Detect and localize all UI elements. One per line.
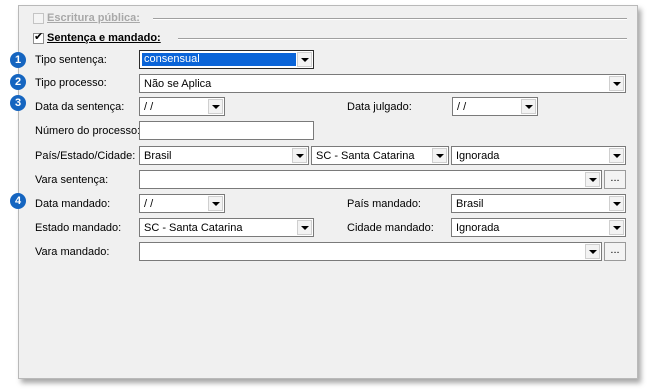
tipo-sentenca-value: consensual xyxy=(142,53,296,66)
vara-sentenca-label: Vara sentença: xyxy=(35,174,109,186)
vara-sentenca-dropdown-button[interactable] xyxy=(585,172,600,187)
escritura-label: Escritura pública: xyxy=(47,12,140,24)
chevron-down-icon xyxy=(613,202,621,206)
pais-mandado-select[interactable]: Brasil xyxy=(451,194,626,213)
numero-processo-label: Número do processo: xyxy=(35,125,141,137)
pais-select[interactable]: Brasil xyxy=(139,146,309,165)
estado-mandado-label: Estado mandado: xyxy=(35,222,122,234)
chevron-down-icon xyxy=(589,178,597,182)
estado-mandado-select[interactable]: SC - Santa Catarina xyxy=(139,218,314,237)
tipo-processo-dropdown-button[interactable] xyxy=(609,76,624,91)
data-mandado-dropdown-button[interactable] xyxy=(208,196,223,211)
chevron-down-icon xyxy=(436,154,444,158)
tipo-sentenca-dropdown-button[interactable] xyxy=(297,52,312,67)
cidade-value: Ignorada xyxy=(456,150,500,162)
vara-mandado-dropdown-button[interactable] xyxy=(585,244,600,259)
chevron-down-icon xyxy=(589,250,597,254)
escritura-checkbox[interactable] xyxy=(33,13,44,24)
data-julgado-dropdown-button[interactable] xyxy=(521,99,536,114)
chevron-down-icon xyxy=(212,105,220,109)
tipo-processo-value: Não se Aplica xyxy=(144,78,212,90)
data-julgado-value: / / xyxy=(457,101,467,113)
chevron-down-icon xyxy=(525,105,533,109)
estado-select[interactable]: SC - Santa Catarina xyxy=(311,146,449,165)
data-mandado-label: Data mandado: xyxy=(35,198,111,210)
chevron-down-icon xyxy=(301,226,309,230)
chevron-down-icon xyxy=(212,202,220,206)
cidade-mandado-value: Ignorada xyxy=(456,222,500,234)
tipo-processo-select[interactable]: Não se Aplica xyxy=(139,74,626,93)
sentenca-divider xyxy=(178,38,627,40)
chevron-down-icon xyxy=(613,154,621,158)
tipo-processo-label: Tipo processo: xyxy=(35,77,107,89)
vara-sentenca-browse-button[interactable]: ... xyxy=(604,170,626,189)
chevron-down-icon xyxy=(613,226,621,230)
escritura-divider xyxy=(153,18,627,20)
step-badge-4: 4 xyxy=(10,193,26,209)
pais-mandado-dropdown-button[interactable] xyxy=(609,196,624,211)
data-julgado-picker[interactable]: / / xyxy=(452,97,538,116)
tipo-sentenca-label: Tipo sentença: xyxy=(35,54,107,66)
pais-value: Brasil xyxy=(144,150,172,162)
cidade-mandado-label: Cidade mandado: xyxy=(347,222,434,234)
estado-dropdown-button[interactable] xyxy=(432,148,447,163)
vara-mandado-browse-button[interactable]: ... xyxy=(604,242,626,261)
step-badge-2: 2 xyxy=(10,74,26,90)
chevron-down-icon xyxy=(613,82,621,86)
numero-processo-input[interactable] xyxy=(139,121,314,140)
check-mark-icon: ✔ xyxy=(34,31,44,43)
tipo-sentenca-select[interactable]: consensual xyxy=(139,50,314,69)
data-sentenca-label: Data da sentença: xyxy=(35,101,125,113)
vara-mandado-select[interactable] xyxy=(139,242,602,261)
estado-mandado-dropdown-button[interactable] xyxy=(297,220,312,235)
pais-mandado-value: Brasil xyxy=(456,198,484,210)
cidade-dropdown-button[interactable] xyxy=(609,148,624,163)
cidade-mandado-dropdown-button[interactable] xyxy=(609,220,624,235)
data-mandado-picker[interactable]: / / xyxy=(139,194,225,213)
data-mandado-value: / / xyxy=(144,198,154,210)
estado-mandado-value: SC - Santa Catarina xyxy=(144,222,243,234)
cidade-mandado-select[interactable]: Ignorada xyxy=(451,218,626,237)
step-badge-3: 3 xyxy=(10,95,26,111)
pais-dropdown-button[interactable] xyxy=(292,148,307,163)
sentenca-checkbox[interactable]: ✔ xyxy=(33,31,44,44)
pais-estado-cidade-label: País/Estado/Cidade: xyxy=(35,150,136,162)
data-sentenca-picker[interactable]: / / xyxy=(139,97,225,116)
chevron-down-icon xyxy=(296,154,304,158)
sentenca-group-label: Sentença e mandado: xyxy=(47,32,161,44)
estado-value: SC - Santa Catarina xyxy=(316,150,415,162)
data-sentenca-value: / / xyxy=(144,101,154,113)
pais-mandado-label: País mandado: xyxy=(347,198,421,210)
cidade-select[interactable]: Ignorada xyxy=(451,146,626,165)
form-panel xyxy=(18,5,638,379)
chevron-down-icon xyxy=(301,58,309,62)
data-julgado-label: Data julgado: xyxy=(347,101,412,113)
data-sentenca-dropdown-button[interactable] xyxy=(208,99,223,114)
step-badge-1: 1 xyxy=(10,52,26,68)
vara-mandado-label: Vara mandado: xyxy=(35,246,110,258)
vara-sentenca-select[interactable] xyxy=(139,170,602,189)
